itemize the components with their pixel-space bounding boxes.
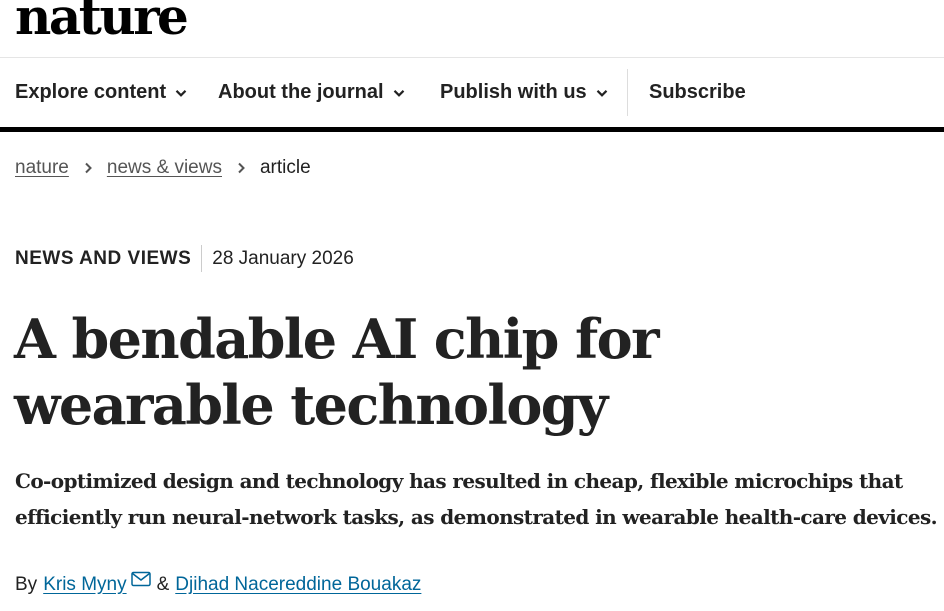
site-header: nature Explore content About the journal… <box>0 0 944 132</box>
chevron-down-icon <box>175 87 187 99</box>
nature-logo[interactable]: nature <box>15 0 189 42</box>
chevron-down-icon <box>596 87 608 99</box>
breadcrumb-news-views[interactable]: news & views <box>107 157 222 179</box>
meta-divider <box>201 245 203 272</box>
author-link[interactable]: Djihad Nacereddine Bouakaz <box>175 574 421 596</box>
article-title: A bendable AI chip for wearable technolo… <box>14 307 660 437</box>
breadcrumb: nature news & views article <box>15 157 311 179</box>
mail-icon[interactable] <box>130 571 151 587</box>
author-link[interactable]: Kris Myny <box>43 574 126 596</box>
nav-item-label: About the journal <box>218 81 384 103</box>
nav-divider <box>627 69 628 116</box>
subscribe-link[interactable]: Subscribe <box>649 58 746 127</box>
brand-bar: nature <box>0 0 944 58</box>
author-byline: By Kris Myny & Djihad Nacereddine Bouaka… <box>15 571 421 596</box>
publication-date: 28 January 2026 <box>212 247 354 269</box>
chevron-right-icon <box>82 162 94 174</box>
main-nav: Explore content About the journal Publis… <box>0 58 944 132</box>
nav-about-journal[interactable]: About the journal <box>218 58 405 127</box>
chevron-right-icon <box>235 162 247 174</box>
article-meta: NEWS AND VIEWS 28 January 2026 <box>15 245 354 272</box>
nav-item-label: Explore content <box>15 81 167 103</box>
nav-explore-content[interactable]: Explore content <box>15 58 187 127</box>
breadcrumb-current: article <box>259 157 311 178</box>
byline-prefix: By <box>15 574 38 595</box>
article-standfirst: Co-optimized design and technology has r… <box>15 469 938 529</box>
article-type: NEWS AND VIEWS <box>15 247 192 269</box>
breadcrumb-nature[interactable]: nature <box>15 157 69 179</box>
author-conjunction: & <box>156 574 170 595</box>
chevron-down-icon <box>393 87 405 99</box>
nav-item-label: Publish with us <box>440 81 587 103</box>
nav-publish-with-us[interactable]: Publish with us <box>440 58 608 127</box>
